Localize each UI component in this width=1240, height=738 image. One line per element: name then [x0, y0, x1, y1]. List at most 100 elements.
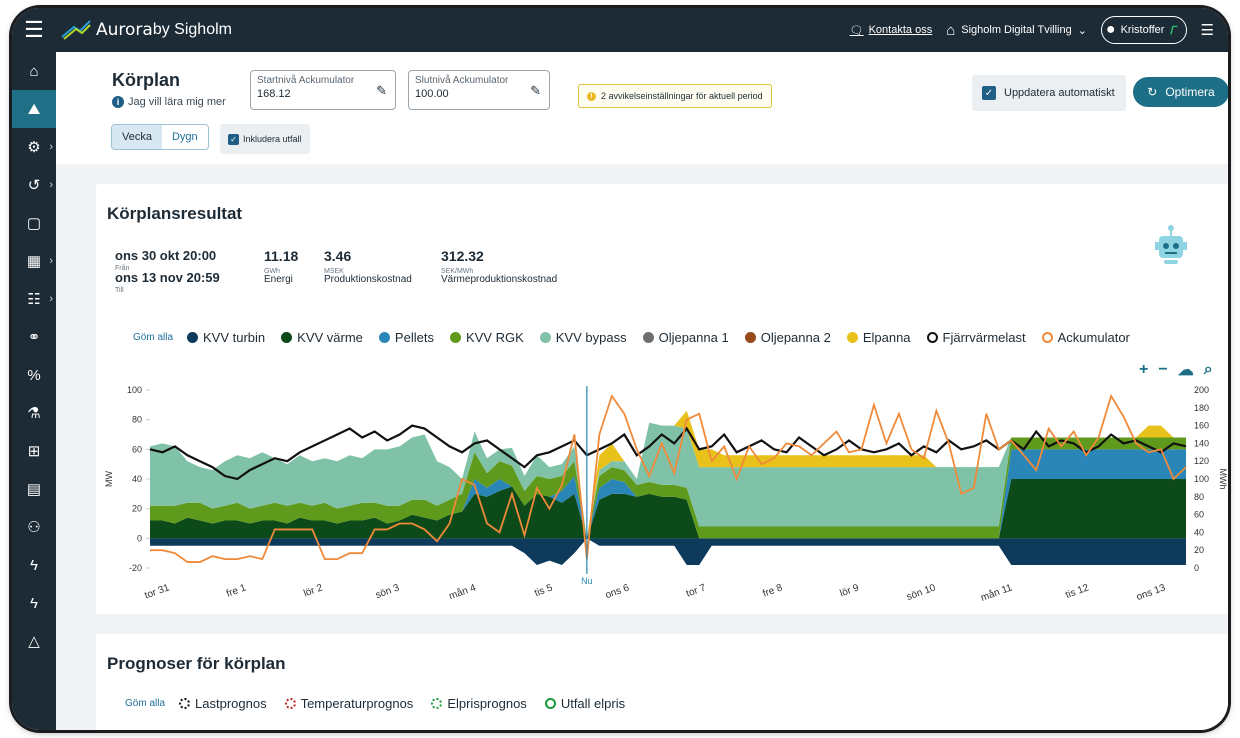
legend-marker — [431, 698, 443, 709]
checkbox-icon[interactable]: ✓ — [228, 133, 239, 145]
y2-axis-label: MWh — [1218, 469, 1228, 490]
y2-tick-label: 160 — [1194, 421, 1209, 431]
legend-item[interactable]: Elpanna — [846, 330, 911, 345]
legend-item[interactable]: Ackumulator — [1041, 330, 1130, 345]
download-icon[interactable]: ☁ — [1178, 360, 1194, 380]
grid-icon: ⊞ — [27, 443, 41, 460]
sidebar-item-grid[interactable]: ⊞ — [12, 432, 56, 470]
robot-assistant-icon[interactable] — [1155, 224, 1187, 276]
sidebar-item-mountain[interactable]: △ — [12, 622, 56, 660]
main-content: Körplan i Jag vill lära mig mer Startniv… — [56, 52, 1228, 730]
checkbox-icon[interactable]: ✓ — [982, 86, 996, 100]
legend-label: Ackumulator — [1057, 330, 1130, 345]
legend-item[interactable]: KVV RGK — [449, 330, 524, 345]
factory-icon: ⌂ — [946, 21, 956, 39]
metric-heat-cost: 312.32 SEK/MWh Värmeproduktionskostnad — [441, 248, 557, 285]
user-menu[interactable]: ● Kristoffer ᒥ — [1100, 16, 1187, 44]
sidebar-item-document[interactable]: ▤ — [12, 470, 56, 508]
sidebar-item-users[interactable]: ⚇ — [12, 508, 56, 546]
mountain-icon: △ — [28, 633, 40, 650]
chevron-down-icon: ⌄ — [1077, 24, 1087, 37]
sidebar-item-chart[interactable]: ⛰ — [12, 90, 56, 128]
y2-tick-label: 140 — [1194, 438, 1209, 448]
legend-label: Pellets — [394, 330, 434, 345]
y-tick-label: -20 — [129, 563, 142, 573]
sidebar: ⌂ ⛰ ⚙ › ↺ › ▢ ▦ › ☷ › ⚭% ⚗ ⊞ ▤ ⚇ ϟ ϟ △ — [12, 52, 56, 730]
gears-icon: ⚙ — [27, 139, 41, 156]
legend-item[interactable]: Pellets — [378, 330, 434, 345]
legend-marker — [284, 698, 296, 709]
legend-item[interactable]: Fjärrvärmelast — [926, 330, 1026, 345]
sidebar-item-home[interactable]: ⌂ — [12, 52, 56, 90]
forecast-legend-item[interactable]: Elprisprognos — [431, 696, 527, 711]
schedule-result-card: Körplansresultat ons 30 okt 20:00 Från o… — [96, 184, 1228, 614]
edit-icon[interactable]: ✎ — [530, 83, 541, 99]
sidebar-item-percent[interactable]: % — [12, 356, 56, 394]
logo[interactable]: Aurora — [60, 19, 153, 41]
production-chart[interactable]: 100806040200-202001801601401201008060402… — [96, 380, 1228, 614]
legend-item[interactable]: KVV bypass — [539, 330, 627, 345]
plant-selector[interactable]: ⌂ Sigholm Digital Tvilling ⌄ — [946, 22, 1087, 39]
user-name: Kristoffer — [1120, 24, 1165, 36]
sidebar-item-contact-card[interactable]: ☷ › — [12, 280, 56, 318]
legend-marker — [179, 698, 191, 709]
aurora-logo-icon — [61, 20, 91, 40]
sidebar-item-gears[interactable]: ⚙ › — [12, 128, 56, 166]
from-date: ons 30 okt 20:00 — [115, 248, 217, 263]
sidebar-item-flask[interactable]: ⚗ — [12, 394, 56, 432]
y2-tick-label: 180 — [1194, 403, 1209, 413]
contact-link[interactable]: 🗨 Kontakta oss — [850, 24, 933, 37]
x-tick-label: mån 11 — [979, 581, 1014, 604]
chart-icon: ⛰ — [27, 100, 41, 118]
tab-day[interactable]: Dygn — [161, 125, 208, 149]
forecast-legend-item[interactable]: Utfall elpris — [544, 696, 625, 711]
learn-more-label: Jag vill lära mig mer — [128, 96, 226, 108]
legend-label: Lastprognos — [195, 696, 267, 711]
metric-value: 3.46 — [324, 248, 352, 264]
sidebar-item-calendar[interactable]: ▦ › — [12, 242, 56, 280]
zoom-out-icon[interactable]: − — [1158, 361, 1167, 379]
menu-icon[interactable]: ☰ — [12, 8, 56, 52]
legend-item[interactable]: Oljepanna 2 — [744, 330, 831, 345]
include-outcome-label: Inkludera utfall — [243, 134, 302, 144]
calendar-icon: ▦ — [26, 253, 42, 270]
sidebar-item-history[interactable]: ↺ › — [12, 166, 56, 204]
legend-label: Oljepanna 1 — [658, 330, 729, 345]
warning-icon: ! — [587, 91, 596, 101]
legend-item[interactable]: Oljepanna 1 — [642, 330, 729, 345]
sidebar-item-note[interactable]: ▢ — [12, 204, 56, 242]
auto-update-toggle[interactable]: ✓ Uppdatera automatiskt — [972, 75, 1126, 111]
end-level-field[interactable]: Slutnivå Ackumulator 100.00 ✎ — [408, 70, 550, 110]
legend-label: KVV värme — [297, 330, 363, 345]
tab-week[interactable]: Vecka — [112, 125, 162, 149]
learn-more-link[interactable]: i Jag vill lära mig mer — [112, 96, 226, 108]
zoom-in-icon[interactable]: + — [1139, 361, 1148, 379]
legend-item[interactable]: KVV värme — [281, 330, 363, 345]
sidebar-item-bolt-2[interactable]: ϟ — [12, 584, 56, 622]
hide-all-link[interactable]: Göm alla — [125, 698, 165, 709]
sigholm-icon: ᒥ — [1169, 24, 1176, 37]
chart-legend: Göm alla KVV turbin KVV värme Pellets KVV R… — [133, 330, 1130, 345]
deviation-warning[interactable]: ! 2 avvikelseinställningar för aktuell p… — [578, 84, 772, 108]
legend-label: KVV bypass — [555, 330, 627, 345]
forecast-legend-item[interactable]: Lastprognos — [179, 696, 267, 711]
x-tick-label: lör 9 — [839, 582, 861, 599]
hide-all-link[interactable]: Göm alla — [133, 332, 173, 343]
zoom-reset-icon[interactable]: ⌕ — [1204, 361, 1213, 379]
legend-item[interactable]: KVV turbin — [187, 330, 265, 345]
sidebar-item-bolt[interactable]: ϟ — [12, 546, 56, 584]
metric-value: 11.18 — [264, 248, 299, 264]
y2-tick-label: 120 — [1194, 456, 1209, 466]
optimize-button[interactable]: ↻ Optimera — [1133, 77, 1228, 107]
forecast-legend-item[interactable]: Temperaturprognos — [284, 696, 413, 711]
start-level-field[interactable]: Startnivå Ackumulator 168.12 ✎ — [250, 70, 396, 110]
legend-label: KVV turbin — [203, 330, 266, 345]
x-tick-label: mån 4 — [447, 581, 478, 602]
start-level-value: 168.12 — [257, 88, 291, 100]
settings-panel-icon[interactable]: ☰ — [1201, 21, 1214, 39]
to-label: Till — [115, 287, 124, 294]
edit-icon[interactable]: ✎ — [376, 83, 387, 99]
sidebar-item-handshake[interactable]: ⚭ — [12, 318, 56, 356]
include-outcome-toggle[interactable]: ✓ Inkludera utfall — [220, 124, 310, 154]
y-tick-label: 80 — [132, 415, 142, 425]
